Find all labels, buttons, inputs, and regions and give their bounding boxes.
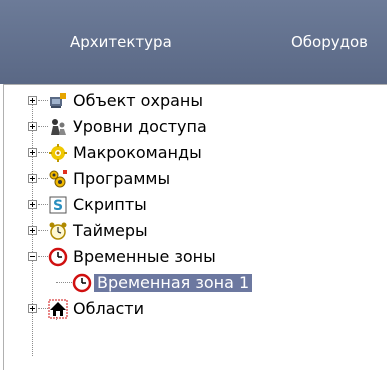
time-zone-icon (48, 247, 68, 267)
expand-toggle[interactable] (28, 304, 37, 313)
window: Архитектура Оборудов Объект охраны Уровн… (0, 0, 387, 370)
tree-item-access-levels[interactable]: Уровни доступа (0, 114, 387, 140)
tree-item-label: Макрокоманды (73, 143, 202, 162)
expand-toggle[interactable] (28, 174, 37, 183)
tree-item-macros[interactable]: Макрокоманды (0, 140, 387, 166)
expand-toggle[interactable] (28, 148, 37, 157)
expand-toggle[interactable] (28, 226, 37, 235)
object-icon (50, 93, 66, 108)
tree-item-scripts[interactable]: S Скрипты (0, 192, 387, 218)
tab-strip: Архитектура Оборудов (0, 0, 387, 84)
tree-item-programs[interactable]: Программы (0, 166, 387, 192)
tree-item-label: Программы (73, 169, 171, 188)
tree-item-time-zone-1[interactable]: Временная зона 1 (0, 270, 387, 296)
collapse-toggle[interactable] (28, 252, 37, 261)
tab-equipment[interactable]: Оборудов (291, 33, 368, 51)
expand-toggle[interactable] (28, 96, 37, 105)
time-zone-icon (72, 273, 92, 293)
tree-item-label: Объект охраны (73, 91, 203, 110)
access-levels-icon (51, 119, 66, 135)
tree-panel: Объект охраны Уровни доступа Макрокоманд… (0, 84, 387, 370)
tree-item-label: Таймеры (73, 221, 148, 240)
tree-item-object[interactable]: Объект охраны (0, 88, 387, 114)
macro-icon (49, 144, 67, 162)
area-icon (48, 299, 68, 319)
tree-item-areas[interactable]: Области (0, 296, 387, 322)
tree-item-label: Временные зоны (73, 247, 216, 266)
timer-icon (49, 222, 67, 240)
tree-item-time-zones[interactable]: Временные зоны (0, 244, 387, 270)
tree-item-label: Временная зона 1 (94, 274, 253, 292)
tab-architecture[interactable]: Архитектура (70, 33, 172, 51)
tree-item-label: Скрипты (73, 195, 147, 214)
tree-item-timers[interactable]: Таймеры (0, 218, 387, 244)
svg-text:S: S (53, 198, 63, 214)
tree-item-label: Области (73, 299, 145, 318)
tree-item-label: Уровни доступа (73, 117, 207, 136)
programs-icon (49, 170, 67, 188)
scripts-icon: S (49, 196, 67, 214)
expand-toggle[interactable] (28, 200, 37, 209)
expand-toggle[interactable] (28, 122, 37, 131)
